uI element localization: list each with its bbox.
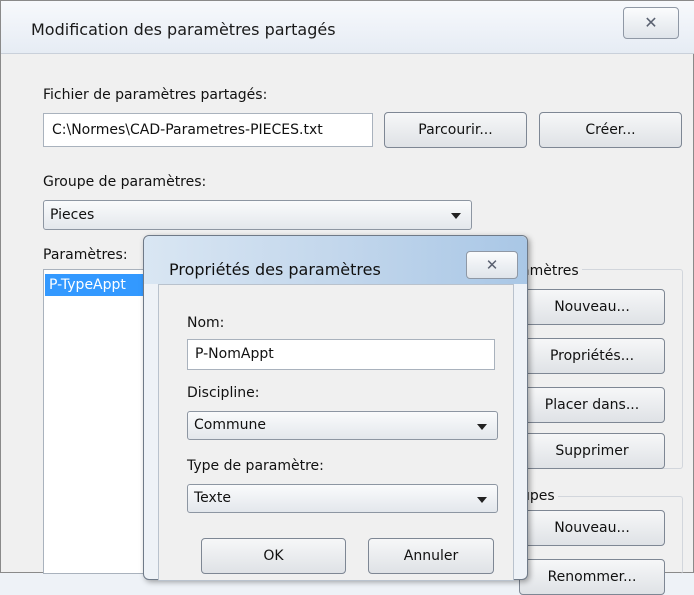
- close-icon: ✕: [485, 256, 499, 274]
- main-titlebar[interactable]: Modification des paramètres partagés ✕: [1, 1, 694, 54]
- parameters-groupbox-title: amètres: [521, 263, 582, 279]
- new-parameter-button[interactable]: Nouveau...: [519, 289, 665, 325]
- properties-button[interactable]: Propriétés...: [519, 338, 665, 374]
- parameter-type-label: Type de paramètre:: [187, 458, 324, 474]
- parameter-properties-dialog: Propriétés des paramètres ✕ Nom: P-NomAp…: [143, 235, 528, 581]
- discipline-select[interactable]: Commune: [187, 411, 498, 440]
- parameter-group-label: Groupe de paramètres:: [43, 174, 207, 190]
- delete-button[interactable]: Supprimer: [519, 433, 665, 469]
- name-label: Nom:: [187, 315, 225, 331]
- new-group-button[interactable]: Nouveau...: [519, 510, 665, 546]
- close-icon: ✕: [644, 13, 658, 32]
- shared-file-path-field[interactable]: C:\Normes\CAD-Parametres-PIECES.txt: [43, 113, 373, 147]
- chevron-down-icon: [451, 213, 461, 219]
- dialog-body: Nom: P-NomAppt Discipline: Commune Type …: [158, 284, 514, 581]
- window-title: Modification des paramètres partagés: [31, 20, 336, 39]
- chevron-down-icon: [477, 496, 487, 503]
- dialog-close-button[interactable]: ✕: [466, 251, 518, 279]
- dialog-titlebar[interactable]: Propriétés des paramètres ✕: [144, 236, 527, 284]
- shared-file-label: Fichier de paramètres partagés:: [43, 87, 268, 103]
- cancel-button[interactable]: Annuler: [368, 538, 494, 574]
- move-to-button[interactable]: Placer dans...: [519, 387, 665, 423]
- chevron-down-icon: [477, 423, 487, 430]
- parameters-label: Paramètres:: [43, 247, 128, 263]
- create-button[interactable]: Créer...: [539, 112, 682, 148]
- parameter-group-value: Pieces: [50, 207, 95, 223]
- parameter-type-value: Texte: [194, 490, 231, 506]
- dialog-title: Propriétés des paramètres: [169, 260, 381, 279]
- parameter-type-select[interactable]: Texte: [187, 484, 498, 513]
- discipline-value: Commune: [194, 417, 266, 433]
- discipline-label: Discipline:: [187, 385, 260, 401]
- ok-button[interactable]: OK: [201, 538, 346, 574]
- browse-button[interactable]: Parcourir...: [384, 112, 527, 148]
- rename-group-button[interactable]: Renommer...: [519, 559, 665, 595]
- name-input[interactable]: P-NomAppt: [187, 339, 495, 370]
- parameter-group-select[interactable]: Pieces: [43, 200, 472, 230]
- main-close-button[interactable]: ✕: [623, 7, 679, 39]
